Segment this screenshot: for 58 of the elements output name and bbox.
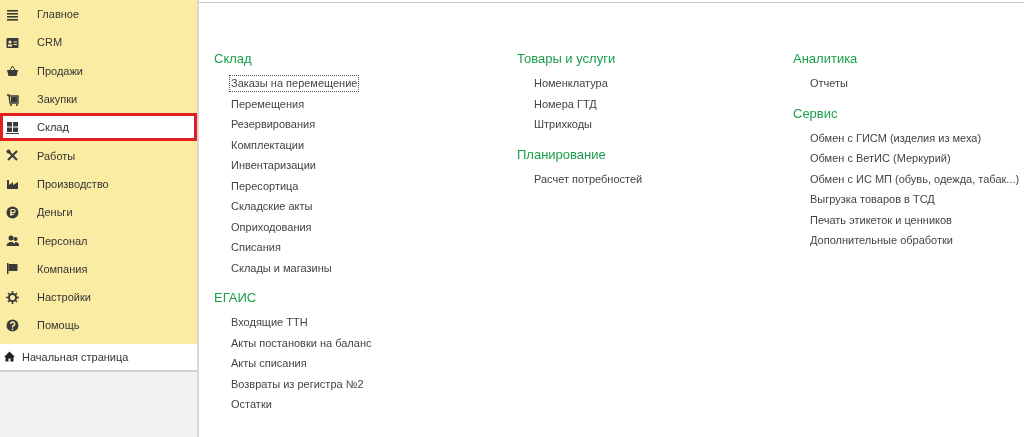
command-link[interactable]: Номенклатура — [532, 75, 610, 92]
command-link[interactable]: Остатки — [229, 396, 274, 413]
group-heading: Сервис — [793, 104, 839, 123]
group-heading: Планирование — [517, 145, 607, 164]
command-link[interactable]: Комплектации — [229, 136, 307, 154]
section-item[interactable]: Настройки — [0, 282, 197, 312]
id-card-icon — [6, 35, 19, 49]
command-link[interactable]: Выгрузка товаров в ТСД — [808, 191, 937, 208]
grid-icon — [6, 120, 19, 134]
section-item[interactable]: Закупки — [0, 84, 197, 114]
coin-icon — [6, 205, 19, 219]
section-item[interactable]: Главное — [0, 0, 197, 29]
command-link[interactable]: Списания — [229, 239, 283, 256]
command-link[interactable]: Дополнительные обработки — [808, 232, 955, 249]
command-link[interactable]: Расчет потребностей — [532, 170, 645, 188]
command-link[interactable]: Инвентаризации — [229, 157, 318, 174]
group-heading: Товары и услуги — [517, 50, 617, 68]
cart-icon — [6, 92, 19, 106]
home-page-tab[interactable]: Начальная страница — [0, 343, 197, 372]
menu-icon — [6, 7, 19, 21]
command-link[interactable]: Возвраты из регистра №2 — [229, 375, 366, 393]
settings-icon — [6, 290, 19, 304]
section-item[interactable]: CRM — [0, 28, 197, 57]
command-link[interactable]: Печать этикеток и ценников — [808, 211, 954, 229]
command-link[interactable]: Заказы на перемещение — [229, 75, 360, 92]
section-item[interactable]: Помощь — [0, 311, 197, 340]
command-link[interactable]: Обмен с ИС МП (обувь, одежда, табак...) — [808, 170, 1022, 188]
section-item[interactable]: Компания — [0, 254, 197, 283]
people-icon — [6, 234, 19, 247]
command-link[interactable]: Отчеты — [808, 75, 851, 92]
command-link[interactable]: Пересортица — [229, 177, 301, 195]
section-item[interactable]: Производство — [0, 169, 197, 199]
basket-icon — [6, 64, 19, 78]
command-link[interactable]: Обмен с ГИСМ (изделия из меха) — [808, 129, 984, 147]
group-heading: Аналитика — [793, 50, 859, 68]
section-item[interactable]: Персонал — [0, 226, 197, 255]
command-link[interactable]: Номера ГТД — [532, 95, 599, 113]
command-link[interactable]: Акты постановки на баланс — [229, 334, 374, 352]
command-link[interactable]: Резервирования — [229, 116, 318, 133]
home-icon — [4, 351, 15, 363]
group-heading: Склад — [214, 50, 253, 68]
command-link[interactable]: Оприходования — [229, 218, 314, 236]
command-link[interactable]: Обмен с ВетИС (Меркурий) — [808, 150, 953, 167]
group-heading: ЕГАИС — [214, 289, 258, 307]
help-icon — [6, 318, 19, 332]
tools-icon — [6, 149, 19, 163]
command-link[interactable]: Акты списания — [229, 355, 309, 372]
factory-icon — [6, 177, 19, 191]
section-item[interactable]: Деньги — [0, 198, 197, 227]
command-link[interactable]: Склады и магазины — [229, 259, 334, 277]
section-item[interactable]: Склад — [0, 113, 197, 142]
section-item[interactable]: Продажи — [0, 56, 197, 85]
flag-icon — [6, 262, 19, 276]
command-link[interactable]: Складские акты — [229, 198, 315, 215]
command-link[interactable]: Входящие ТТН — [229, 314, 310, 331]
command-link[interactable]: Штрихкоды — [532, 116, 595, 133]
command-link[interactable]: Перемещения — [229, 95, 307, 113]
section-item[interactable]: Работы — [0, 141, 197, 170]
